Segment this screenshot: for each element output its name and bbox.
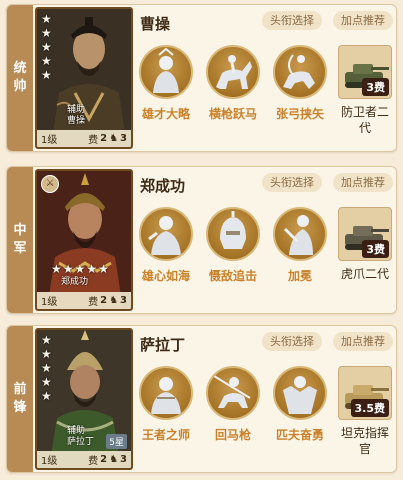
- equipment-slot[interactable]: 3.5费 坦克指挥 官: [338, 366, 392, 457]
- level-label: 1级: [41, 135, 58, 146]
- skill-slot[interactable]: 张弓挟矢: [268, 45, 332, 122]
- star-rating: ★ ★ ★ ★ ★: [41, 333, 52, 403]
- cost-badge: 3.5费: [350, 399, 389, 417]
- position-strip: 中 军: [7, 167, 33, 313]
- spear-rider-icon: [206, 366, 260, 420]
- general-portrait[interactable]: ★ ★ ★ ★ ★ 辅助 曹操 1级 费 2 ♞ 3: [35, 7, 133, 149]
- level-bar: 1级 费 2 ♞ 3: [37, 130, 131, 147]
- title-select-button[interactable]: 头衔选择: [262, 11, 322, 30]
- equipment-name: 虎爪二代: [340, 267, 389, 281]
- tank-icon: 3费: [338, 207, 392, 261]
- class-icon: ⚔: [41, 175, 59, 193]
- position-label: 中: [13, 223, 27, 238]
- tank-icon: 3费: [338, 45, 392, 99]
- general-name: 郑成功: [140, 177, 186, 195]
- position-strip: 前 锋: [7, 326, 33, 472]
- equipment-slot[interactable]: 3费 虎爪二代: [338, 207, 392, 282]
- level-label: 1级: [41, 297, 58, 308]
- star-rating: ★ ★ ★ ★ ★: [51, 262, 109, 276]
- level-bar: 1级 费 2 ♞ 3: [37, 292, 131, 309]
- skill-slot[interactable]: 匹夫奋勇: [268, 366, 332, 443]
- king-icon: [139, 366, 193, 420]
- skill-slot[interactable]: 横枪跃马: [201, 45, 265, 122]
- helmet-icon: [206, 207, 260, 261]
- general-silhouette-icon: [139, 45, 193, 99]
- cavalry-icon: [206, 45, 260, 99]
- skill-slot[interactable]: 加冕: [268, 207, 332, 284]
- general-card-saladin[interactable]: 前 锋 ★ ★ ★ ★ ★ 辅助 萨拉丁 5星 1级 费 2 ♞ 3 萨拉丁 头…: [6, 325, 397, 473]
- equipment-slot[interactable]: 3费 防卫者二 代: [338, 45, 392, 136]
- star-rating: ★ ★ ★ ★ ★: [41, 12, 52, 82]
- recommend-points-button[interactable]: 加点推荐: [333, 11, 393, 30]
- skill-slot[interactable]: 王者之师: [134, 366, 198, 443]
- general-card-caocao[interactable]: 统 帅 ★ ★ ★ ★ ★ 辅助 曹操 1级 费 2 ♞ 3 曹操 头衔选择 加…: [6, 4, 397, 152]
- cost-info: 费 2 ♞ 3: [88, 454, 127, 467]
- recommend-points-button[interactable]: 加点推荐: [333, 332, 393, 351]
- position-label: 锋: [13, 400, 27, 415]
- level-label: 1级: [41, 456, 58, 467]
- general-name: 曹操: [140, 15, 171, 33]
- role-tag: 辅助: [67, 105, 86, 115]
- equipment-name: 防卫者二 代: [340, 105, 389, 135]
- horse-icon: ♞: [109, 295, 119, 306]
- general-name: 萨拉丁: [140, 336, 186, 354]
- position-label: 军: [13, 241, 27, 256]
- cost-info: 费 2 ♞ 3: [88, 295, 127, 308]
- horse-icon: ♞: [109, 454, 119, 465]
- portrait-name: 曹操: [67, 116, 86, 126]
- archer-icon: [273, 45, 327, 99]
- general-card-zhengchenggong[interactable]: 中 军 ⚔ ★★★★★ 郑成功 1级 费 2 ♞ 3 郑成功 头衔选择: [6, 166, 397, 314]
- general-portrait[interactable]: ★ ★ ★ ★ ★ 辅助 萨拉丁 5星 1级 费 2 ♞ 3: [35, 328, 133, 470]
- horse-icon: ♞: [109, 133, 119, 144]
- title-select-button[interactable]: 头衔选择: [262, 173, 322, 192]
- cost-badge: 3费: [362, 240, 389, 258]
- role-tag: 辅助: [67, 426, 86, 436]
- armored-general-icon: [139, 207, 193, 261]
- warrior-icon: [273, 207, 327, 261]
- position-label: 帅: [13, 79, 27, 94]
- title-select-button[interactable]: 头衔选择: [262, 332, 322, 351]
- skill-slot[interactable]: 慑敌追击: [201, 207, 265, 284]
- general-portrait[interactable]: ⚔ ★ ★ ★ ★ ★ 郑成功 1级 费 2 ♞ 3: [35, 169, 133, 311]
- cost-badge: 3费: [362, 78, 389, 96]
- brave-soldier-icon: [273, 366, 327, 420]
- portrait-name: 萨拉丁: [67, 437, 95, 447]
- equipment-name: 坦克指挥 官: [340, 426, 389, 456]
- portrait-name: 郑成功: [61, 277, 89, 287]
- level-bar: 1级 费 2 ♞ 3: [37, 451, 131, 468]
- position-strip: 统 帅: [7, 5, 33, 151]
- rank-tag: 5星: [106, 434, 127, 449]
- recommend-points-button[interactable]: 加点推荐: [333, 173, 393, 192]
- position-label: 前: [13, 382, 27, 397]
- cost-info: 费 2 ♞ 3: [88, 133, 127, 146]
- skill-slot[interactable]: 雄才大略: [134, 45, 198, 122]
- tank-icon: 3.5费: [338, 366, 392, 420]
- skill-slot[interactable]: 雄心如海: [134, 207, 198, 284]
- position-label: 统: [13, 61, 27, 76]
- skill-slot[interactable]: 回马枪: [201, 366, 265, 443]
